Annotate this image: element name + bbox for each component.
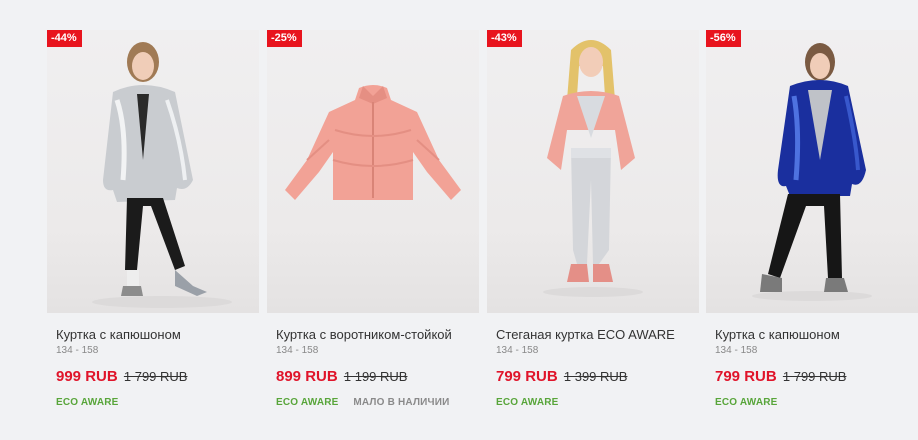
product-name[interactable]: Куртка с воротником-стойкой [276, 326, 479, 344]
current-price: 799 RUB [715, 368, 777, 385]
current-price: 799 RUB [496, 368, 558, 385]
eco-aware-tag: ECO AWARE [276, 397, 339, 408]
old-price: 1 199 RUB [343, 369, 408, 384]
eco-aware-tag: ECO AWARE [56, 397, 119, 408]
discount-badge: -25% [267, 30, 302, 47]
product-tags: ECO AWARE МАЛО В НАЛИЧИИ [276, 397, 479, 408]
product-sizes: 134 - 158 [496, 345, 539, 356]
product-tags: ECO AWARE [496, 397, 699, 408]
old-price: 1 799 RUB [123, 369, 188, 384]
price-block: 799 RUB 1 399 RUB [496, 368, 699, 386]
product-name[interactable]: Стеганая куртка ECO AWARE [496, 326, 699, 344]
product-card[interactable]: -44% Куртка с капюшоном 134 - 158 999 RU… [47, 30, 259, 408]
old-price: 1 399 RUB [563, 369, 628, 384]
product-name[interactable]: Куртка с капюшоном [715, 326, 918, 344]
price-block: 799 RUB 1 799 RUB [715, 368, 918, 386]
product-image[interactable]: -43% [487, 30, 699, 313]
current-price: 899 RUB [276, 368, 338, 385]
current-price: 999 RUB [56, 368, 118, 385]
product-card[interactable]: -43% Стеганая куртка ECO AWARE 134 - 158… [487, 30, 699, 408]
product-card[interactable]: -25% Куртка с воротником-стойкой 134 - 1… [267, 30, 479, 408]
discount-badge: -43% [487, 30, 522, 47]
product-card[interactable]: -56% Куртка с капюшоном 134 - 158 799 RU… [706, 30, 918, 408]
product-tags: ECO AWARE [715, 397, 918, 408]
discount-badge: -44% [47, 30, 82, 47]
product-image[interactable]: -25% [267, 30, 479, 313]
product-name[interactable]: Куртка с капюшоном [56, 326, 259, 344]
product-sizes: 134 - 158 [56, 345, 99, 356]
product-tags: ECO AWARE [56, 397, 259, 408]
low-stock-tag: МАЛО В НАЛИЧИИ [353, 397, 450, 408]
eco-aware-tag: ECO AWARE [496, 397, 559, 408]
price-block: 899 RUB 1 199 RUB [276, 368, 479, 386]
product-image[interactable]: -44% [47, 30, 259, 313]
product-sizes: 134 - 158 [715, 345, 758, 356]
price-block: 999 RUB 1 799 RUB [56, 368, 259, 386]
old-price: 1 799 RUB [782, 369, 847, 384]
product-sizes: 134 - 158 [276, 345, 319, 356]
discount-badge: -56% [706, 30, 741, 47]
eco-aware-tag: ECO AWARE [715, 397, 778, 408]
product-grid: -44% Куртка с капюшоном 134 - 158 999 RU… [0, 0, 918, 440]
product-image[interactable]: -56% [706, 30, 918, 313]
